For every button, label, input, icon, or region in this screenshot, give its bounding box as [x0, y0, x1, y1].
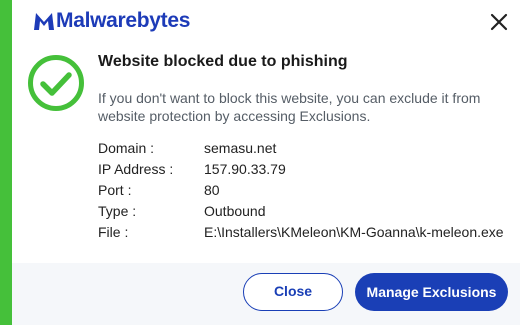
detail-label: IP Address : — [98, 161, 174, 177]
detail-label: File : — [98, 224, 129, 240]
notification-panel: Malwarebytes Website blocked due to phis… — [12, 0, 520, 325]
detail-value: 157.90.33.79 — [204, 161, 286, 177]
alert-title: Website blocked due to phishing — [98, 53, 348, 70]
detail-row-type: Type : Outbound — [98, 201, 504, 222]
detail-value: E:\Installers\KMeleon\KM-Goanna\k-meleon… — [204, 224, 504, 240]
check-circle-icon — [27, 54, 85, 112]
manage-exclusions-button[interactable]: Manage Exclusions — [355, 273, 508, 311]
detail-label: Domain : — [98, 140, 155, 156]
accent-bar — [0, 0, 12, 325]
details-list: Domain : semasu.net IP Address : 157.90.… — [98, 138, 504, 243]
malwarebytes-logo-icon — [32, 10, 56, 32]
detail-value: semasu.net — [204, 140, 277, 156]
detail-row-domain: Domain : semasu.net — [98, 138, 504, 159]
alert-description: If you don't want to block this website,… — [98, 90, 481, 124]
detail-row-port: Port : 80 — [98, 180, 504, 201]
close-button[interactable]: Close — [243, 273, 343, 311]
detail-label: Port : — [98, 182, 132, 198]
detail-row-file: File : E:\Installers\KMeleon\KM-Goanna\k… — [98, 222, 504, 243]
malwarebytes-logo: Malwarebytes — [32, 8, 190, 34]
close-icon[interactable] — [488, 11, 510, 33]
detail-value: Outbound — [204, 203, 266, 219]
detail-value: 80 — [204, 182, 220, 198]
detail-row-ip: IP Address : 157.90.33.79 — [98, 159, 504, 180]
detail-label: Type : — [98, 203, 137, 219]
brand-name: Malwarebytes — [56, 9, 191, 32]
